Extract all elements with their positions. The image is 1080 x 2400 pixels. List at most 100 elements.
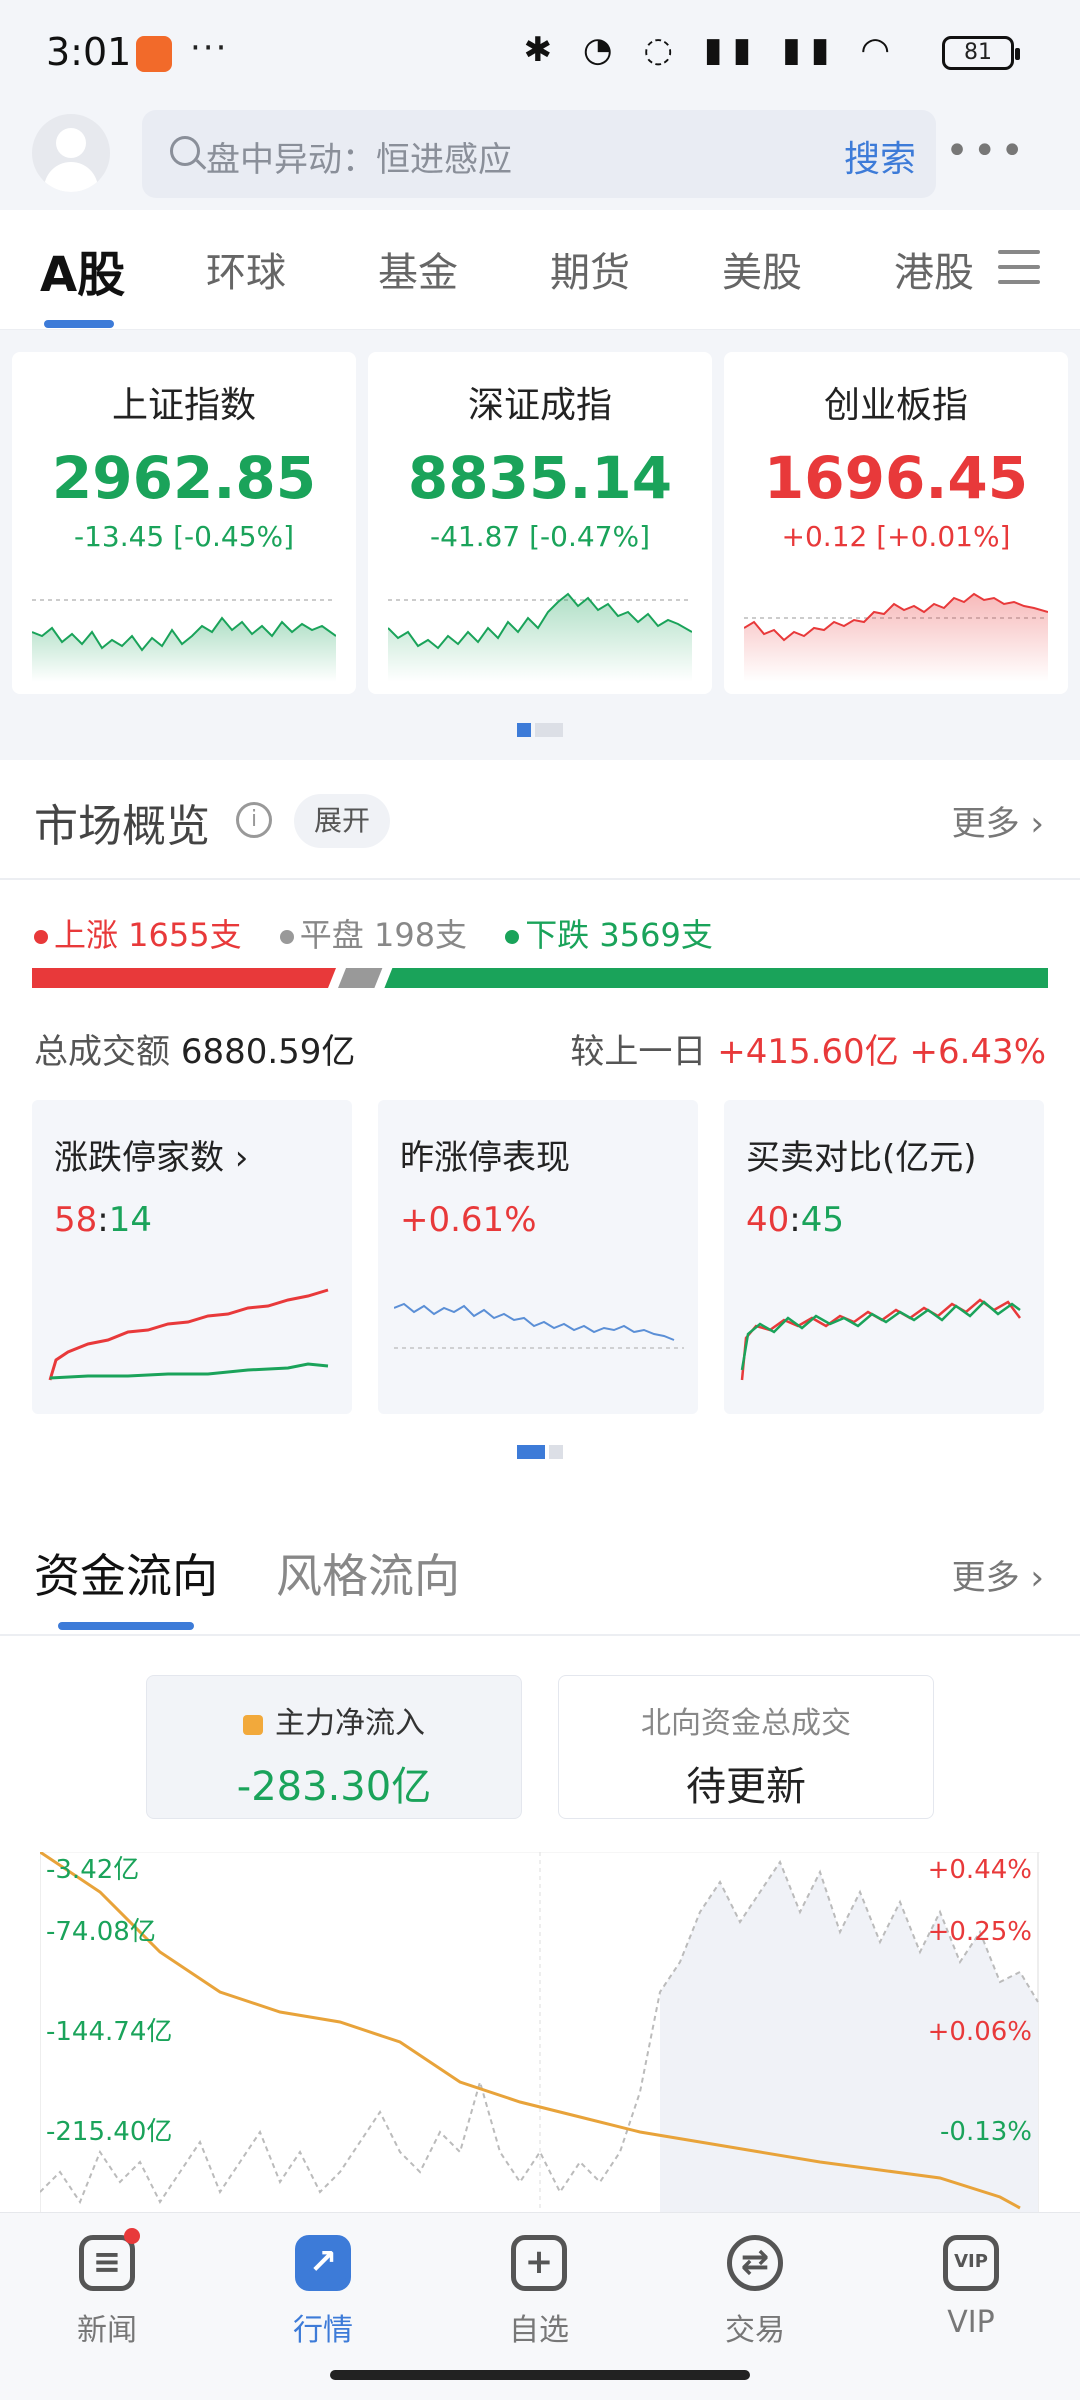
index-name: 创业板指 [823,385,968,426]
index-sparkline [32,599,336,682]
main-inflow-label: 主力净流入 [147,1698,521,1742]
card-stat: +0.61% [400,1200,537,1240]
status-more-icon: ··· [190,28,229,68]
right-axis-label: +0.44% [928,1855,1032,1885]
info-icon[interactable]: i [236,802,272,838]
tab-a-shares[interactable]: A股 [40,235,125,305]
index-name: 深证成指 [467,385,612,426]
main-net-inflow-box[interactable]: 主力净流入 -283.30亿 [146,1675,522,1819]
breadth-bar [32,968,1048,988]
compare-label: 较上一日 [570,1032,707,1072]
trade-icon: ⇄ [727,2235,783,2291]
limit-up-down-card[interactable]: 涨跌停家数 › 58:14 [32,1100,352,1414]
card-title: 涨跌停家数 › [54,1138,249,1178]
add-watchlist-icon: + [511,2235,567,2291]
nav-trade[interactable]: ⇄ 交易 [700,2235,810,2349]
fund-flow-section: 资金流向 风格流向 更多 › 主力净流入 -283.30亿 北向资金总成交 待更… [0,1500,1080,2220]
card-title: 买卖对比(亿元) [746,1138,977,1178]
card-stat: 40:45 [746,1200,844,1240]
legend-square-icon [243,1714,263,1735]
index-change: +0.12 [+0.01%] [781,520,1011,553]
left-axis-label: -144.74亿 [46,2017,172,2047]
search-button[interactable]: 搜索 [844,130,916,182]
breadth-bar-flat [338,968,383,988]
overview-title: 市场概览 [34,801,210,852]
tabs-menu-icon[interactable] [998,250,1040,286]
search-icon [170,136,200,166]
turnover-label: 总成交额 [34,1032,170,1072]
flat-count: 平盘 198支 [279,916,467,954]
nav-label: 新闻 [77,2313,137,2348]
up-count: 上涨 1655支 [34,916,242,954]
bank-app-icon [136,36,172,72]
flow-more-link[interactable]: 更多 › [952,1550,1044,1599]
card-stat: 58:14 [54,1200,152,1240]
avatar[interactable] [32,114,110,192]
tab-us-stocks[interactable]: 美股 [722,240,802,298]
status-time: 3:01 [46,30,132,74]
nav-market[interactable]: ↗ 行情 [268,2235,378,2349]
index-card-chinext[interactable]: 创业板指 1696.45 +0.12 [+0.01%] [724,352,1068,694]
market-breadth: 上涨 1655支 平盘 198支 下跌 3569支 [34,910,713,956]
tab-futures[interactable]: 期货 [550,240,630,298]
divider [0,878,1080,880]
buy-sell-card[interactable]: 买卖对比(亿元) 40:45 [724,1100,1044,1414]
index-card-shanghai[interactable]: 上证指数 2962.85 -13.45 [-0.45%] [12,352,356,694]
market-overview: 市场概览 i 展开 更多 › 上涨 1655支 平盘 198支 下跌 3569支… [0,760,1080,1480]
up-dot-icon [34,930,48,944]
flow-tab-underline [58,1622,194,1630]
divider [0,1634,1080,1636]
tab-funds[interactable]: 基金 [378,240,458,298]
northbound-box[interactable]: 北向资金总成交 待更新 [558,1675,934,1819]
card-title: 昨涨停表现 [400,1138,570,1178]
index-cards: 上证指数 2962.85 -13.45 [-0.45%] 深证成指 8835.1… [0,330,1080,760]
nav-label: 交易 [725,2313,785,2348]
right-axis-label: +0.25% [928,1917,1032,1947]
index-card-shenzhen[interactable]: 深证成指 8835.14 -41.87 [-0.47%] [368,352,712,694]
index-change: -13.45 [-0.45%] [73,520,295,553]
main-inflow-value: -283.30亿 [236,1764,432,1810]
buy-sell-chart [740,1298,1021,1381]
breadth-bar-up [32,968,337,988]
fund-flow-chart: -3.42亿 -74.08亿 -144.74亿 -215.40亿 +0.44% … [40,1852,1040,2212]
tab-global[interactable]: 环球 [206,240,286,298]
nav-label: 自选 [509,2313,569,2348]
nav-watchlist[interactable]: + 自选 [484,2235,594,2349]
tab-style-flow[interactable]: 风格流向 [276,1540,460,1606]
battery-icon: 81 [942,36,1020,70]
flat-dot-icon [279,930,294,944]
nav-label: VIP [947,2305,995,2340]
turnover-compare: 较上一日 +415.60亿 +6.43% [570,1024,1046,1073]
search-input[interactable]: 盘中异动：恒进感应 [206,132,512,181]
right-axis-label: -0.13% [940,2117,1032,2147]
index-value: 2962.85 [51,444,317,512]
market-tabs: A股 环球 基金 期货 美股 港股 [0,210,1080,330]
overview-more-link[interactable]: 更多 › [952,796,1044,845]
nav-vip[interactable]: VIP VIP [916,2235,1026,2340]
vip-icon: VIP [943,2235,999,2291]
status-icons: ✱ ◔ ◌ ▮▮ ▮▮ ◠ [523,30,900,70]
breadth-bar-down [384,968,1048,988]
down-count: 下跌 3569支 [505,916,713,954]
tab-underline [44,320,114,328]
home-indicator [330,2370,750,2380]
search-box[interactable]: 盘中异动：恒进感应 搜索 [142,110,936,198]
index-value: 1696.45 [763,444,1029,512]
expand-button[interactable]: 展开 [294,794,391,848]
index-name: 上证指数 [111,385,256,426]
more-options-icon[interactable]: ••• [945,128,1028,174]
nav-news[interactable]: ≡ 新闻 [52,2228,162,2349]
left-axis-label: -215.40亿 [46,2117,172,2147]
notification-dot-icon [124,2228,140,2244]
market-icon: ↗ [295,2235,351,2291]
down-dot-icon [505,930,520,944]
turnover-value: 6880.59亿 [180,1032,356,1072]
tab-fund-flow[interactable]: 资金流向 [34,1540,218,1606]
news-icon: ≡ [79,2228,140,2291]
tab-hk-stocks[interactable]: 港股 [894,240,974,298]
status-bar: 3:01 ··· ✱ ◔ ◌ ▮▮ ▮▮ ◠ 81 [0,0,1080,100]
index-sparkline [744,592,1048,682]
northbound-value: 待更新 [686,1764,806,1810]
yesterday-limit-card[interactable]: 昨涨停表现 +0.61% [378,1100,698,1414]
index-pager [0,722,1080,741]
